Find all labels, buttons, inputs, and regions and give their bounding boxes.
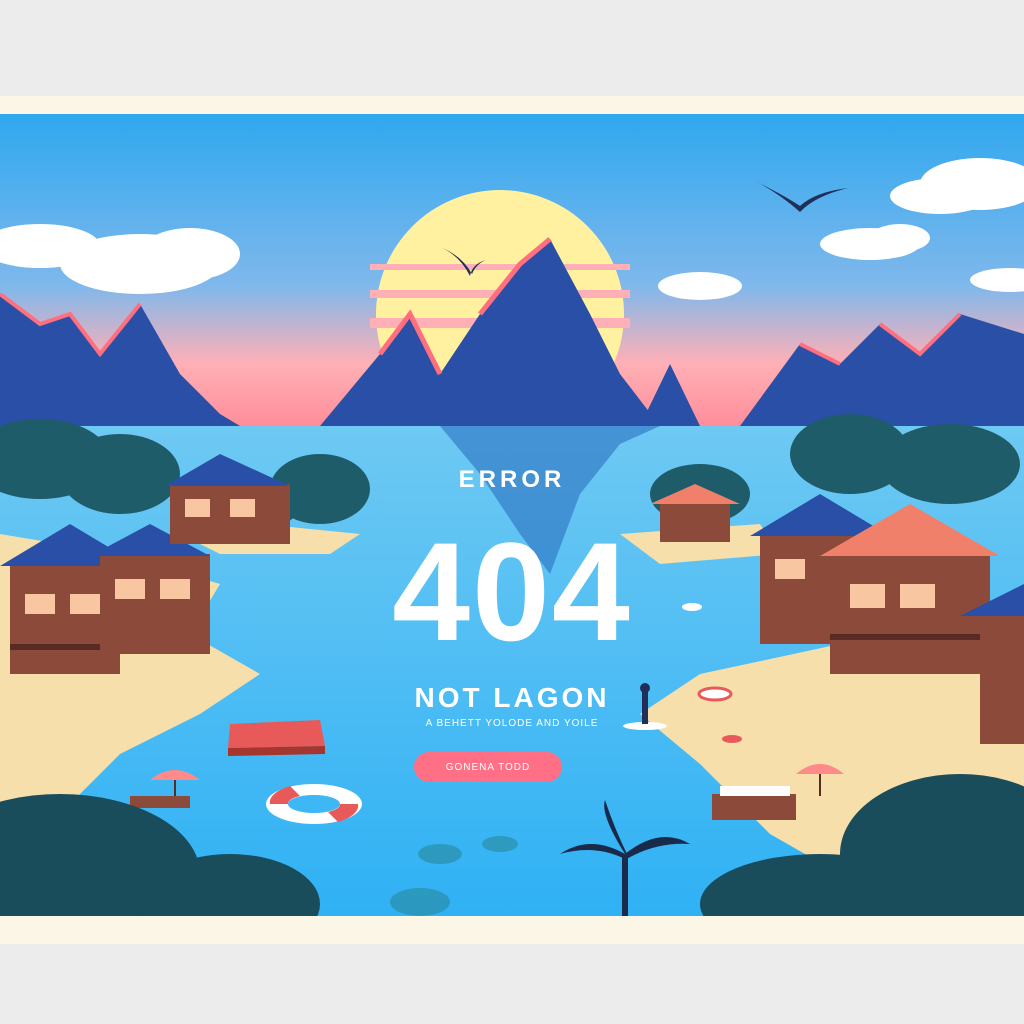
life-ring-icon (266, 784, 362, 824)
float-icon (682, 603, 702, 611)
raft (228, 720, 325, 756)
go-home-button[interactable]: GONENA TODD (414, 752, 562, 782)
scene-svg (0, 114, 1024, 916)
float-icon (697, 686, 733, 702)
lagoon-illustration (0, 114, 1024, 916)
float-icon (722, 735, 742, 743)
